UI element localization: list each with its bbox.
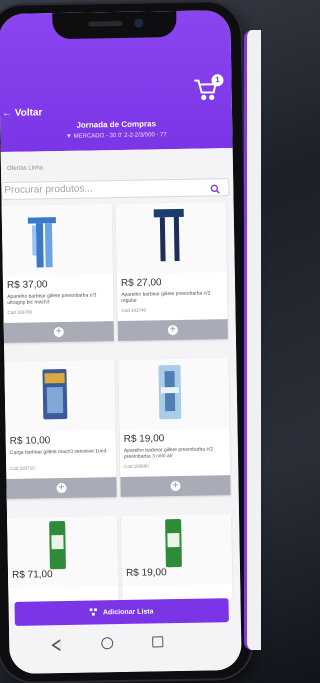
page-title: Jornada de Compras [76,119,157,130]
plus-icon: + [53,326,64,338]
product-code: Cod 183690 [124,463,149,469]
back-button[interactable]: ← Voltar [2,107,43,119]
store-selector[interactable]: ▼ MERCADO - 30 0' 2-2-2/3/000 - 77 [0,131,232,141]
phone-notch [52,10,177,40]
cart-count-badge: 1 [211,74,224,87]
product-card[interactable]: R$ 10,00 Carga barbear gillete mach3 sen… [4,360,117,500]
list-icon [89,607,99,618]
background-device-edge [244,30,261,650]
product-description: Aparelho barbear gillete prestobarba c/2… [121,290,211,304]
add-to-cart-button[interactable]: + [6,477,117,500]
nav-back-icon[interactable] [51,639,61,652]
plus-icon: + [167,324,178,336]
add-to-cart-button[interactable]: + [3,321,114,344]
filter-label[interactable]: Ofertas Linha [7,165,43,172]
product-image [115,202,227,275]
product-image [4,360,116,433]
add-list-label: Adicionar Lista [102,607,154,616]
plus-icon: + [56,482,67,494]
nav-recent-apps-icon[interactable] [152,636,164,648]
nav-home-icon[interactable] [101,637,114,650]
product-price: R$ 19,00 [125,567,167,579]
add-list-button[interactable]: Adicionar Lista [14,598,229,626]
product-card[interactable]: R$ 19,00 [121,514,234,602]
add-to-cart-button[interactable]: + [117,319,228,342]
product-card[interactable]: R$ 71,00 [7,516,120,602]
search-placeholder: Procurar produtos... [4,183,93,196]
product-price: R$ 37,00 [6,279,48,291]
search-icon[interactable] [210,181,220,194]
product-code: Cod 183746 [121,307,147,313]
product-description: Carga barbear gillete mach3 sensitive 1u… [9,448,108,456]
arrow-left-icon: ← [1,107,13,120]
app-screen: 1 ← Voltar Jornada de Compras ▼ MERCADO … [0,10,242,674]
product-price: R$ 71,00 [11,569,53,581]
front-camera [134,18,144,28]
product-description: Aparelho barbear gillete prestobarba c/2… [123,446,214,460]
product-card[interactable]: R$ 27,00 Aparelho barbear gillete presto… [115,202,228,342]
product-description: Aparelho barbear gillete prestobarba c/3… [7,292,97,306]
phone-frame: 1 ← Voltar Jornada de Compras ▼ MERCADO … [0,1,252,683]
system-nav-bar [8,623,242,674]
product-price: R$ 27,00 [120,277,162,289]
product-image [1,204,113,277]
product-price: R$ 10,00 [9,435,51,447]
product-code: Cod 183710 [10,465,35,471]
add-to-cart-button[interactable]: + [120,475,231,498]
plus-icon: + [170,480,181,492]
product-list: Ofertas Linha Procurar produtos... R$ 37… [0,148,241,602]
product-card[interactable]: R$ 37,00 Aparelho barbear gillete presto… [1,204,114,344]
product-code: Cod 183700 [7,309,33,315]
product-image [118,358,230,431]
back-label: Voltar [14,107,43,119]
search-input[interactable]: Procurar produtos... [1,178,230,201]
product-card[interactable]: R$ 19,00 Aparelho barbear gillete presto… [118,358,231,498]
speaker-grille [88,20,123,27]
app-header: 1 ← Voltar Jornada de Compras ▼ MERCADO … [0,10,233,153]
product-price: R$ 19,00 [123,433,165,445]
